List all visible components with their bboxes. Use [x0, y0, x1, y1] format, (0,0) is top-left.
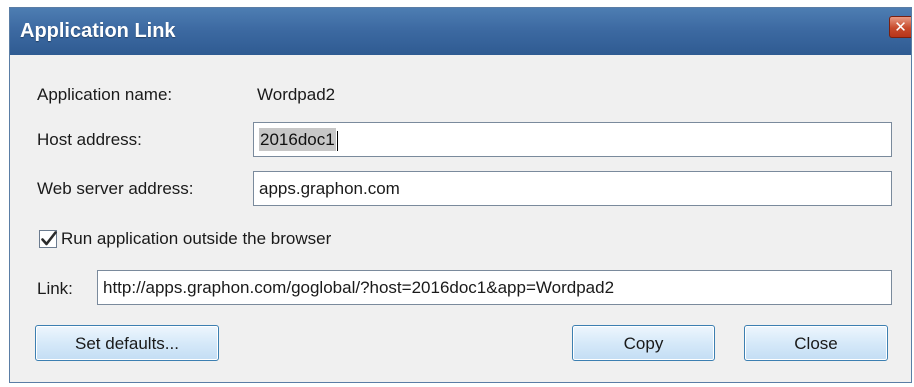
application-name-value: Wordpad2 [257, 85, 336, 104]
close-icon: ✕ [894, 19, 907, 36]
set-defaults-button[interactable]: Set defaults... [35, 325, 219, 361]
window-title: Application Link [20, 20, 176, 42]
title-bar[interactable]: Application Link ✕ [10, 8, 911, 55]
close-button[interactable]: Close [744, 325, 888, 361]
checkmark-icon [41, 231, 57, 246]
application-link-dialog: Application Link ✕ Application name: Wor… [9, 7, 912, 383]
web-server-address-value: apps.graphon.com [259, 179, 400, 198]
link-input[interactable]: http://apps.graphon.com/goglobal/?host=2… [97, 270, 892, 305]
host-address-label: Host address: [37, 130, 142, 149]
link-value: http://apps.graphon.com/goglobal/?host=2… [103, 278, 615, 297]
copy-button[interactable]: Copy [572, 325, 715, 361]
web-server-address-input[interactable]: apps.graphon.com [253, 171, 892, 206]
host-address-value: 2016doc1 [259, 128, 336, 151]
host-address-input[interactable]: 2016doc1 [253, 122, 892, 157]
web-server-address-label: Web server address: [37, 179, 194, 198]
link-label: Link: [37, 279, 73, 298]
text-caret [336, 130, 338, 151]
application-name-label: Application name: [37, 85, 173, 104]
close-window-button[interactable]: ✕ [889, 16, 911, 38]
run-outside-browser-label[interactable]: Run application outside the browser [61, 229, 331, 249]
run-outside-browser-checkbox[interactable] [39, 230, 57, 248]
